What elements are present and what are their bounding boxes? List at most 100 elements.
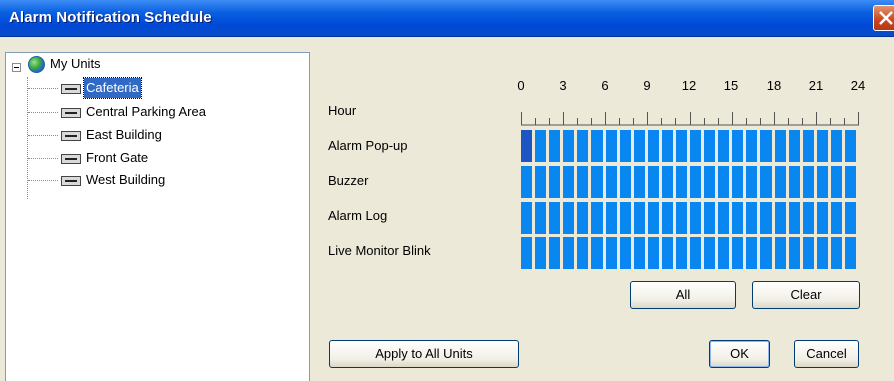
hour-cell[interactable] [817, 202, 828, 234]
hour-cell[interactable] [732, 166, 743, 198]
tree-item-label[interactable]: East Building [84, 125, 164, 145]
collapse-toggle-icon[interactable] [12, 63, 21, 72]
hour-cell[interactable] [535, 130, 546, 162]
hour-cell[interactable] [648, 237, 659, 269]
hour-cell[interactable] [521, 130, 532, 162]
hour-cell[interactable] [662, 202, 673, 234]
hour-cell[interactable] [803, 166, 814, 198]
hour-cell[interactable] [718, 237, 729, 269]
tree-item-label[interactable]: Central Parking Area [84, 102, 208, 122]
hour-cell[interactable] [775, 130, 786, 162]
hour-cell[interactable] [606, 166, 617, 198]
hour-cell[interactable] [535, 202, 546, 234]
hour-cell[interactable] [789, 130, 800, 162]
hour-cell[interactable] [845, 202, 856, 234]
hour-cell[interactable] [803, 130, 814, 162]
hour-cell[interactable] [662, 130, 673, 162]
hour-cell[interactable] [789, 166, 800, 198]
hour-cell[interactable] [648, 130, 659, 162]
hour-cell[interactable] [732, 130, 743, 162]
hour-cell[interactable] [591, 202, 603, 234]
all-button[interactable]: All [630, 281, 736, 309]
hour-cell[interactable] [606, 202, 617, 234]
hour-cell[interactable] [535, 237, 546, 269]
hour-cell[interactable] [577, 202, 588, 234]
hour-cell[interactable] [577, 166, 588, 198]
hour-cell[interactable] [704, 202, 715, 234]
close-button[interactable] [873, 5, 894, 31]
hour-cell[interactable] [760, 202, 772, 234]
hour-cell[interactable] [704, 237, 715, 269]
hour-cell[interactable] [549, 237, 560, 269]
hour-cell[interactable] [831, 166, 842, 198]
hour-cell[interactable] [634, 237, 645, 269]
hour-cell[interactable] [718, 166, 729, 198]
hour-cell[interactable] [535, 166, 546, 198]
hour-cell[interactable] [690, 237, 701, 269]
hour-cell[interactable] [803, 237, 814, 269]
apply-to-all-units-button[interactable]: Apply to All Units [329, 340, 519, 368]
hour-cell[interactable] [521, 237, 532, 269]
hour-cell[interactable] [831, 202, 842, 234]
hour-cell[interactable] [563, 130, 574, 162]
tree-item-label[interactable]: Front Gate [84, 148, 150, 168]
hour-cell[interactable] [634, 130, 645, 162]
hour-cell[interactable] [746, 130, 757, 162]
hour-cell[interactable] [690, 130, 701, 162]
hour-cell[interactable] [845, 166, 856, 198]
clear-button[interactable]: Clear [752, 281, 860, 309]
schedule-row-alarm-popup[interactable] [521, 130, 859, 162]
hour-cell[interactable] [831, 237, 842, 269]
hour-cell[interactable] [718, 130, 729, 162]
hour-cell[interactable] [760, 166, 772, 198]
hour-cell[interactable] [775, 166, 786, 198]
hour-cell[interactable] [549, 202, 560, 234]
hour-cell[interactable] [591, 130, 603, 162]
hour-cell[interactable] [591, 237, 603, 269]
hour-cell[interactable] [620, 130, 631, 162]
hour-cell[interactable] [775, 237, 786, 269]
hour-cell[interactable] [676, 202, 687, 234]
hour-cell[interactable] [718, 202, 729, 234]
hour-cell[interactable] [620, 202, 631, 234]
hour-cell[interactable] [831, 130, 842, 162]
hour-cell[interactable] [760, 130, 772, 162]
ok-button[interactable]: OK [709, 340, 770, 368]
hour-cell[interactable] [789, 237, 800, 269]
unit-tree[interactable]: My Units Cafeteria Central Parking Area … [5, 52, 310, 381]
tree-root-label[interactable]: My Units [50, 54, 101, 74]
hour-cell[interactable] [817, 237, 828, 269]
hour-cell[interactable] [690, 202, 701, 234]
hour-cell[interactable] [648, 166, 659, 198]
hour-cell[interactable] [620, 237, 631, 269]
schedule-row-buzzer[interactable] [521, 166, 859, 198]
hour-cell[interactable] [662, 237, 673, 269]
cancel-button[interactable]: Cancel [794, 340, 859, 368]
hour-cell[interactable] [732, 202, 743, 234]
hour-cell[interactable] [648, 202, 659, 234]
hour-cell[interactable] [606, 237, 617, 269]
hour-cell[interactable] [521, 202, 532, 234]
hour-cell[interactable] [704, 130, 715, 162]
hour-cell[interactable] [845, 130, 856, 162]
hour-cell[interactable] [620, 166, 631, 198]
hour-cell[interactable] [577, 237, 588, 269]
tree-item-label[interactable]: West Building [84, 170, 167, 190]
hour-cell[interactable] [732, 237, 743, 269]
hour-cell[interactable] [549, 130, 560, 162]
hour-cell[interactable] [662, 166, 673, 198]
hour-cell[interactable] [577, 130, 588, 162]
hour-cell[interactable] [591, 166, 603, 198]
hour-cell[interactable] [746, 202, 757, 234]
hour-cell[interactable] [549, 166, 560, 198]
hour-cell[interactable] [634, 166, 645, 198]
hour-cell[interactable] [676, 237, 687, 269]
schedule-row-live-monitor-blink[interactable] [521, 237, 859, 269]
hour-cell[interactable] [775, 202, 786, 234]
hour-cell[interactable] [676, 130, 687, 162]
hour-cell[interactable] [563, 237, 574, 269]
hour-cell[interactable] [803, 202, 814, 234]
schedule-row-alarm-log[interactable] [521, 202, 859, 234]
hour-cell[interactable] [563, 202, 574, 234]
hour-cell[interactable] [634, 202, 645, 234]
